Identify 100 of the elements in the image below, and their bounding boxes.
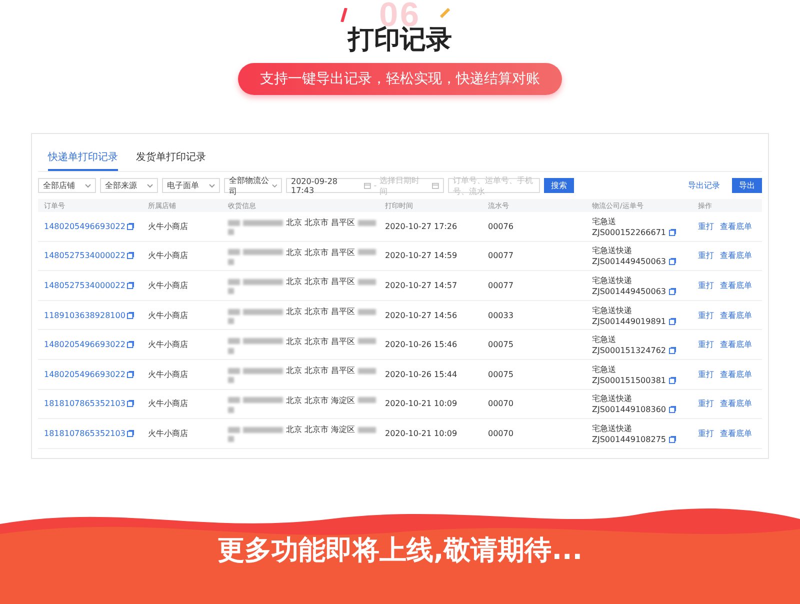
order-link[interactable]: 1818107865352103 — [44, 399, 126, 408]
table-cell: 北京 北京市 昌平区 — [286, 336, 356, 347]
table-cell-text: 2020-10-27 14:59 — [384, 251, 458, 260]
table-cell: 宅急送 — [592, 334, 616, 346]
filter-dropdown[interactable]: 电子面单 — [162, 178, 220, 193]
table-cell-text: 2020-10-26 15:44 — [384, 370, 458, 379]
table-cell-text: 火牛小商店 — [147, 280, 189, 291]
filter-dropdown[interactable]: 全部店铺 — [38, 178, 96, 193]
order-link[interactable]: 1189103638928100 — [44, 310, 126, 320]
redacted-mark — [228, 348, 234, 354]
table-cell-text: 00075 — [487, 340, 514, 350]
table-cell: ZJS000151500381 — [592, 376, 666, 385]
order-link[interactable]: 1480205496693022 — [44, 222, 126, 231]
table-cell: ZJS001449450063 — [592, 257, 666, 266]
table-cell-text: 00070 — [487, 399, 514, 408]
copy-icon[interactable] — [669, 406, 676, 414]
table-cell: 北京 北京市 昌平区 — [286, 365, 356, 376]
action-link[interactable]: 重打 — [698, 428, 714, 439]
search-button[interactable]: 搜索 — [544, 178, 574, 193]
action-link[interactable]: 重打 — [698, 280, 714, 291]
copy-icon[interactable] — [669, 376, 676, 384]
redacted-mark — [358, 249, 376, 256]
table-cell-text: 火牛小商店 — [147, 220, 189, 232]
redacted-mark — [358, 426, 376, 433]
filter-dropdown[interactable]: 全部物流公司 — [224, 178, 282, 193]
action-link[interactable]: 查看底单 — [720, 398, 752, 410]
redacted-mark — [228, 229, 234, 236]
table-cell-text: 00075 — [487, 370, 514, 379]
copy-icon[interactable] — [127, 430, 134, 437]
order-link[interactable]: 1818107865352103 — [44, 428, 126, 438]
redacted-mark — [228, 406, 234, 413]
redacted-mark — [358, 308, 376, 315]
redacted-mark — [358, 338, 376, 344]
copy-icon[interactable] — [669, 288, 676, 295]
table-cell: ZJS000152266671 — [592, 228, 666, 237]
table-cell-text: 00077 — [487, 251, 514, 260]
tab[interactable]: 快递单打印记录 — [48, 144, 118, 171]
action-link[interactable]: 查看底单 — [720, 428, 752, 439]
table-cell-text: 2020-10-27 17:26 — [384, 222, 458, 231]
action-link[interactable]: 查看底单 — [720, 368, 752, 380]
copy-icon[interactable] — [669, 347, 676, 354]
redacted-mark — [228, 318, 234, 324]
filter-dropdown[interactable]: 全部来源 — [100, 178, 158, 193]
table-cell: 宅急送 — [592, 216, 616, 227]
action-link[interactable]: 重打 — [698, 250, 714, 262]
copy-icon[interactable] — [669, 318, 676, 325]
copy-icon[interactable] — [127, 370, 134, 378]
table-cell: ZJS001449450063 — [592, 286, 666, 296]
accent-mark — [340, 8, 348, 22]
copy-icon[interactable] — [127, 282, 134, 289]
redacted-mark — [243, 397, 283, 404]
table-cell-text: 00033 — [487, 310, 514, 320]
table-cell-text: 2020-10-26 15:46 — [384, 340, 458, 350]
copy-icon[interactable] — [669, 228, 676, 236]
action-link[interactable]: 查看底单 — [720, 310, 752, 321]
order-link[interactable]: 1480205496693022 — [44, 340, 126, 350]
tab[interactable]: 发货单打印记录 — [136, 144, 206, 171]
redacted-mark — [228, 436, 234, 442]
action-link[interactable]: 重打 — [698, 310, 714, 321]
caret-icon — [147, 184, 153, 188]
order-link[interactable]: 1480527534000022 — [44, 251, 126, 260]
table-cell: 北京 北京市 昌平区 — [286, 276, 356, 288]
table-cell: ZJS001449108360 — [592, 405, 666, 414]
redacted-mark — [358, 278, 376, 285]
copy-icon[interactable] — [127, 400, 134, 408]
table-cell: 宅急送 — [592, 364, 616, 375]
tagline-banner: 支持一键导出记录，轻松实现，快递结算对账 — [238, 63, 562, 95]
accent-mark — [440, 8, 450, 18]
table-cell-text: 2020-10-21 10:09 — [384, 399, 458, 408]
redacted-mark — [243, 278, 283, 285]
action-link[interactable]: 查看底单 — [720, 250, 752, 262]
action-link[interactable]: 查看底单 — [720, 280, 752, 291]
copy-icon[interactable] — [127, 252, 134, 260]
table-cell: 宅急送快递 — [592, 304, 632, 316]
export-records-link[interactable]: 导出记录 — [688, 180, 720, 191]
action-link[interactable]: 重打 — [698, 368, 714, 380]
table-cell: 北京 北京市 海淀区 — [286, 424, 356, 436]
table-cell-text: 火牛小商店 — [147, 398, 189, 410]
action-link[interactable]: 重打 — [698, 398, 714, 410]
action-link[interactable]: 查看底单 — [720, 339, 752, 350]
copy-icon[interactable] — [127, 341, 134, 348]
order-link[interactable]: 1480205496693022 — [44, 370, 126, 379]
redacted-mark — [243, 220, 283, 226]
copy-icon[interactable] — [669, 258, 676, 266]
order-link[interactable]: 1480527534000022 — [44, 280, 126, 290]
redacted-mark — [228, 368, 240, 374]
export-button[interactable]: 导出 — [732, 178, 762, 193]
copy-icon[interactable] — [669, 436, 676, 443]
table-cell-text: 00070 — [487, 428, 514, 438]
redacted-mark — [358, 397, 376, 404]
copy-icon[interactable] — [127, 222, 134, 230]
copy-icon[interactable] — [127, 312, 134, 319]
action-link[interactable]: 重打 — [698, 220, 714, 232]
redacted-mark — [228, 377, 234, 384]
caret-icon — [209, 184, 215, 188]
action-link[interactable]: 查看底单 — [720, 220, 752, 232]
table-cell: 北京 北京市 昌平区 — [286, 217, 356, 228]
table-cell-text: 2020-10-27 14:57 — [384, 280, 458, 290]
action-link[interactable]: 重打 — [698, 339, 714, 350]
redacted-mark — [228, 258, 234, 265]
